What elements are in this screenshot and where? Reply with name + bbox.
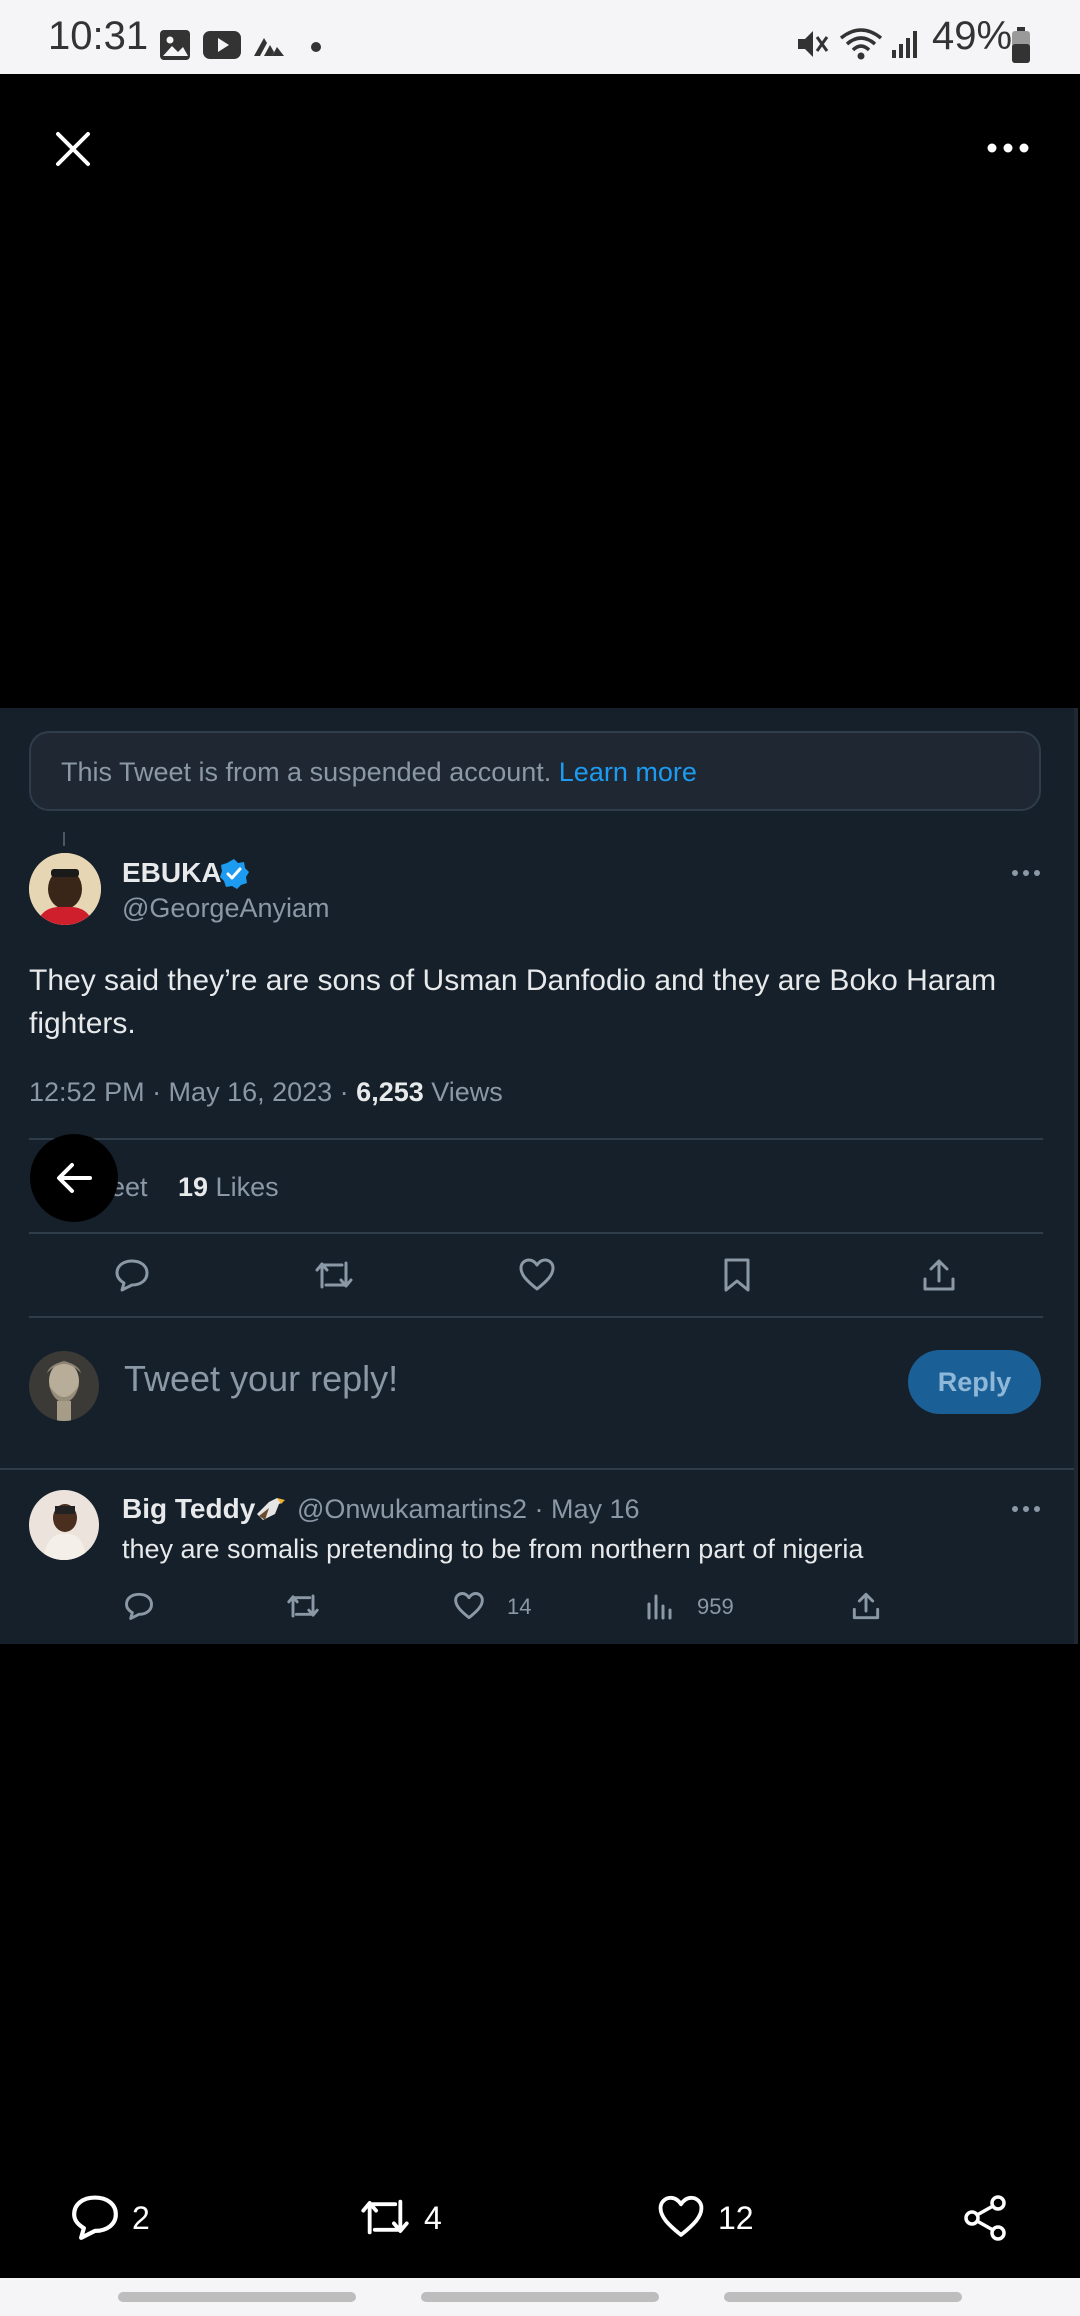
share-icon[interactable] [922, 1257, 956, 1293]
like-icon[interactable] [518, 1257, 556, 1293]
divider [29, 1138, 1043, 1140]
likes-label: Likes [208, 1172, 279, 1202]
app-icon [254, 38, 284, 56]
arrow-left-icon [57, 1163, 92, 1193]
reply-likes-count: 14 [507, 1594, 532, 1619]
views-icon[interactable] [646, 1592, 674, 1620]
nav-home-handle[interactable] [421, 2292, 659, 2302]
reply-avatar[interactable] [29, 1490, 99, 1560]
tweet-meta: 12:52 PM · May 16, 2023 · 6,253 Views [29, 1077, 503, 1108]
comment-icon[interactable] [70, 2192, 120, 2242]
tweet-text: They said they’re are sons of Usman Danf… [29, 964, 997, 1040]
status-bar: 10:31 49% [0, 0, 1080, 74]
heart-icon[interactable] [656, 2194, 706, 2240]
reply-like-icon[interactable] [453, 1591, 485, 1621]
reply-comment-icon[interactable] [124, 1591, 154, 1621]
reply-icon[interactable] [114, 1257, 150, 1293]
bookmark-icon[interactable] [722, 1257, 752, 1293]
suspended-notice-text: This Tweet is from a suspended account. [61, 757, 552, 787]
tweet-timestamp: 12:52 PM · May 16, 2023 · [29, 1077, 357, 1107]
more-options-icon[interactable] [986, 138, 1030, 158]
status-time: 10:31 [48, 14, 149, 58]
gallery-icon [160, 30, 190, 60]
youtube-icon [203, 31, 241, 59]
reply-share-icon[interactable] [851, 1591, 881, 1621]
author-handle[interactable]: @GeorgeAnyiam [122, 893, 330, 924]
views-count: 6,253 [356, 1077, 424, 1107]
avatar-image [29, 1351, 99, 1421]
reply-text: they are somalis pretending to be from n… [122, 1534, 864, 1564]
battery-percent: 49% [932, 14, 1013, 58]
reply-more-icon[interactable] [1011, 1504, 1041, 1514]
avatar-image [29, 853, 101, 925]
repost-count: 4 [424, 2200, 442, 2236]
avatar-image [29, 1490, 99, 1560]
retweet-icon[interactable] [314, 1257, 354, 1293]
nav-back-handle[interactable] [724, 2292, 962, 2302]
notification-dot-icon [311, 42, 321, 52]
divider [29, 1232, 1043, 1234]
likes-stat[interactable]: 19 Likes [178, 1172, 279, 1203]
reply-author-name[interactable]: Big Teddy [122, 1493, 255, 1525]
reply-retweet-icon[interactable] [286, 1591, 320, 1621]
battery-icon [1012, 27, 1030, 63]
reply-author-handle[interactable]: @Onwukamartins2 · May 16 [297, 1494, 640, 1525]
avatar[interactable] [29, 853, 101, 925]
reply-input[interactable]: Tweet your reply! [124, 1358, 398, 1400]
suspended-account-notice: This Tweet is from a suspended account. … [29, 731, 1041, 811]
divider [29, 1316, 1043, 1318]
likes-count: 19 [178, 1172, 209, 1202]
comment-count: 2 [132, 2200, 150, 2236]
divider [0, 1468, 1074, 1470]
close-icon[interactable] [54, 130, 92, 168]
back-button[interactable] [30, 1134, 118, 1222]
like-count: 12 [718, 2200, 754, 2236]
eagle-emoji-icon [257, 1498, 285, 1520]
signal-icon [892, 31, 917, 58]
my-avatar [29, 1351, 99, 1421]
learn-more-link[interactable]: Learn more [559, 757, 697, 787]
repost-icon[interactable] [358, 2194, 412, 2240]
views-label: Views [423, 1077, 503, 1107]
mute-icon [798, 31, 829, 57]
tweet-more-icon[interactable] [1011, 868, 1041, 878]
reply-button[interactable]: Reply [908, 1350, 1041, 1414]
verified-badge-icon [220, 859, 249, 889]
share-network-icon[interactable] [962, 2194, 1008, 2242]
system-nav-bar [0, 2278, 1080, 2316]
author-name[interactable]: EBUKA [122, 857, 222, 889]
reply-views-count: 959 [697, 1594, 734, 1619]
nav-recents-handle[interactable] [118, 2292, 356, 2302]
wifi-icon [839, 28, 883, 60]
thread-line [63, 832, 65, 846]
